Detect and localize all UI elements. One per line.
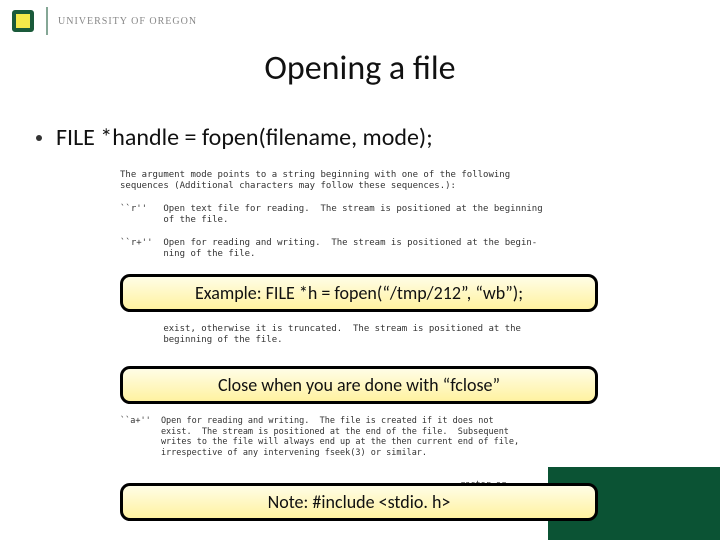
- uo-logo: [8, 6, 38, 36]
- bullet-icon: [36, 135, 42, 141]
- callout-example-text: Example: FILE *h = fopen(“/tmp/212”, “wb…: [195, 282, 523, 304]
- bullet-item: FILE *handle = fopen(filename, mode);: [36, 123, 720, 152]
- callout-note: Note: #include <stdio. h>: [120, 483, 598, 521]
- manpage-text-bottom: ``a+'' Open for reading and writing. The…: [120, 416, 660, 459]
- header: UNIVERSITY OF OREGON: [0, 0, 720, 42]
- manpage-text-top: The argument mode points to a string beg…: [120, 170, 660, 260]
- callout-note-text: Note: #include <stdio. h>: [268, 491, 451, 513]
- callout-close: Close when you are done with “fclose”: [120, 366, 598, 404]
- university-name: UNIVERSITY OF OREGON: [58, 16, 197, 27]
- uo-logo-o-icon: [12, 10, 34, 32]
- bullet-text: FILE *handle = fopen(filename, mode);: [56, 123, 433, 152]
- callout-close-text: Close when you are done with “fclose”: [218, 374, 500, 396]
- header-divider: [46, 7, 48, 35]
- callout-example: Example: FILE *h = fopen(“/tmp/212”, “wb…: [120, 274, 598, 312]
- manpage-text-mid: exist, otherwise it is truncated. The st…: [120, 324, 660, 347]
- page-title: Opening a file: [0, 48, 720, 89]
